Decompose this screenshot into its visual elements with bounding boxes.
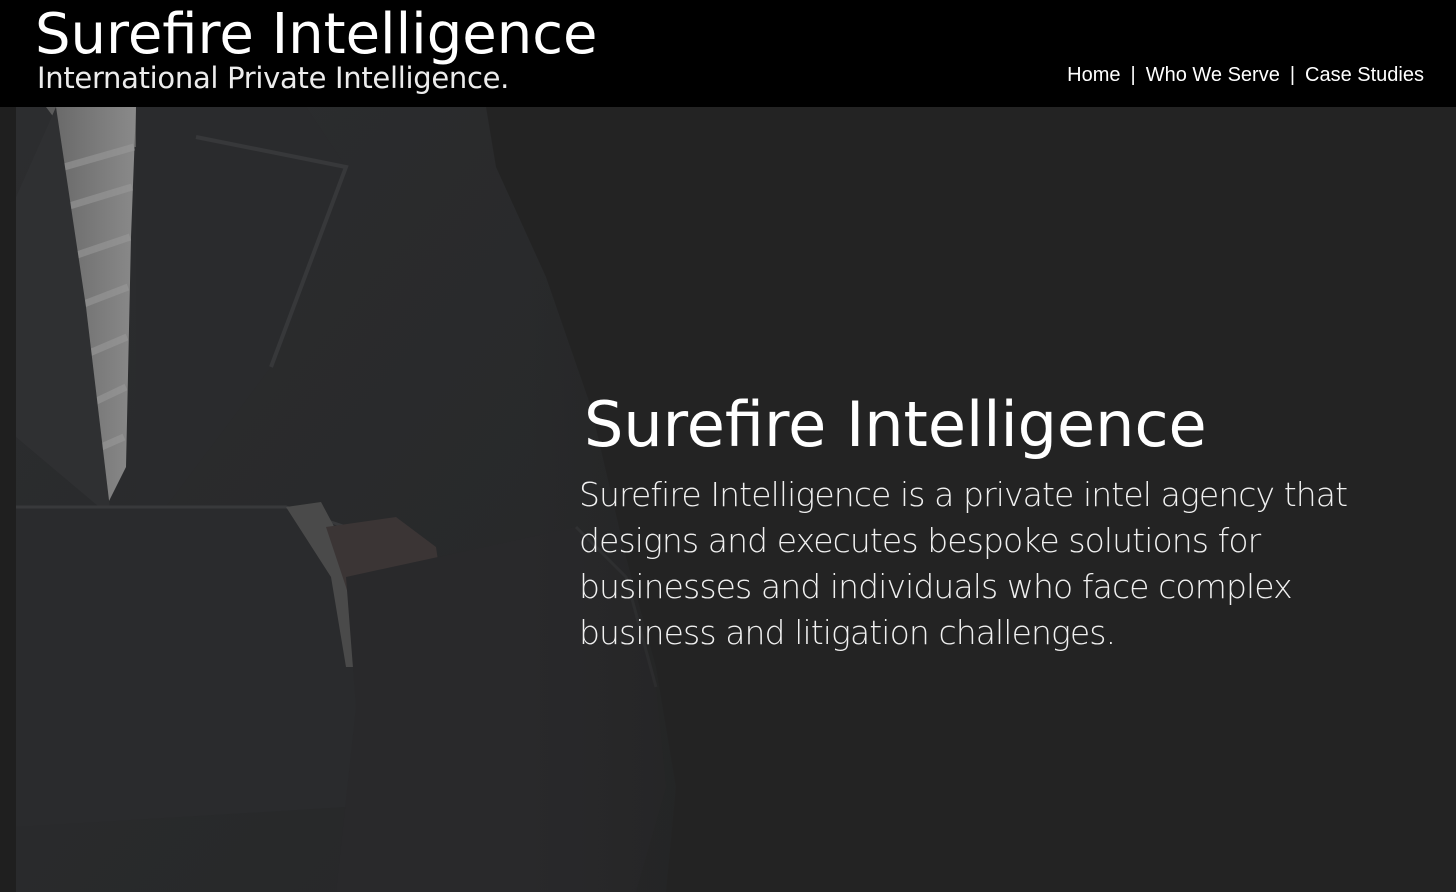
nav-separator: | [1289, 64, 1296, 86]
site-header: Surefire Intelligence International Priv… [0, 0, 1456, 107]
nav-link-case-studies[interactable]: Case Studies [1305, 64, 1424, 87]
nav-link-home[interactable]: Home [1067, 64, 1120, 87]
nav-separator: | [1130, 64, 1136, 86]
nav-link-who-we-serve[interactable]: Who We Serve [1146, 64, 1280, 87]
hero-heading: Surefire Intelligence [584, 388, 1207, 461]
hero-description: Surefire Intelligence is a private intel… [579, 475, 1348, 652]
page: Surefire Intelligence International Priv… [0, 0, 1456, 892]
site-tagline: International Private Intelligence. [37, 61, 510, 95]
hero-edge [0, 107, 16, 892]
main-nav: Home | Who We Serve | Case Studies [1067, 64, 1424, 87]
hero-section: Surefire Intelligence Surefire Intellige… [0, 107, 1456, 892]
site-title[interactable]: Surefire Intelligence [35, 2, 597, 68]
